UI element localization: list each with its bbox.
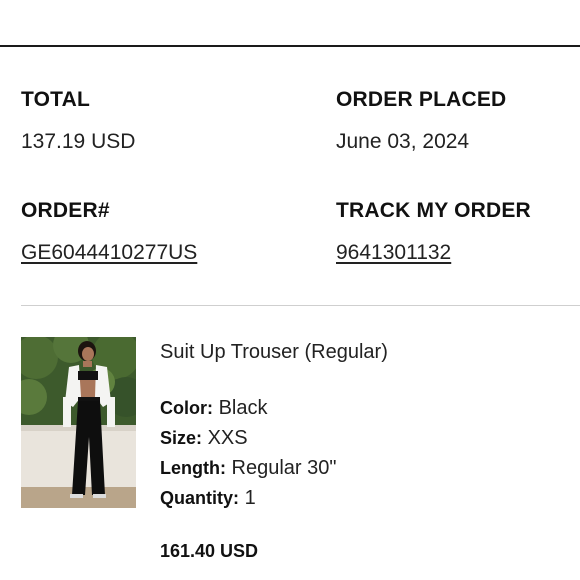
color-label: Color:	[160, 398, 213, 418]
size-value: XXS	[207, 427, 248, 449]
product-image[interactable]	[21, 337, 136, 508]
track-order-label: TRACK MY ORDER	[336, 199, 531, 222]
product-price: 161.40 USD	[160, 541, 259, 561]
length-value: Regular 30"	[231, 457, 337, 479]
color-value: Black	[218, 397, 268, 419]
total-block: TOTAL 137.19 USD	[21, 88, 135, 154]
product-size: Size: XXS	[160, 427, 248, 450]
total-value: 137.19 USD	[21, 130, 136, 153]
order-placed-label: ORDER PLACED	[336, 88, 507, 111]
total-label: TOTAL	[21, 88, 91, 111]
order-number-block: ORDER# GE6044410277US	[21, 199, 197, 265]
product-quantity: Quantity: 1	[160, 487, 256, 510]
order-placed-block: ORDER PLACED June 03, 2024	[336, 88, 506, 154]
quantity-value: 1	[244, 487, 256, 509]
order-placed-value: June 03, 2024	[336, 130, 470, 153]
tracking-number-link[interactable]: 9641301132	[336, 241, 531, 265]
order-number-label: ORDER#	[21, 199, 110, 222]
length-label: Length:	[160, 458, 226, 478]
product-color: Color: Black	[160, 397, 267, 420]
track-order-block: TRACK MY ORDER 9641301132	[336, 199, 531, 265]
product-length: Length: Regular 30"	[160, 457, 337, 480]
section-divider	[21, 305, 580, 306]
size-label: Size:	[160, 428, 203, 448]
top-divider	[0, 45, 580, 47]
product-name[interactable]: Suit Up Trouser (Regular)	[160, 341, 388, 364]
quantity-label: Quantity:	[160, 488, 239, 508]
order-number-link[interactable]: GE6044410277US	[21, 241, 197, 265]
